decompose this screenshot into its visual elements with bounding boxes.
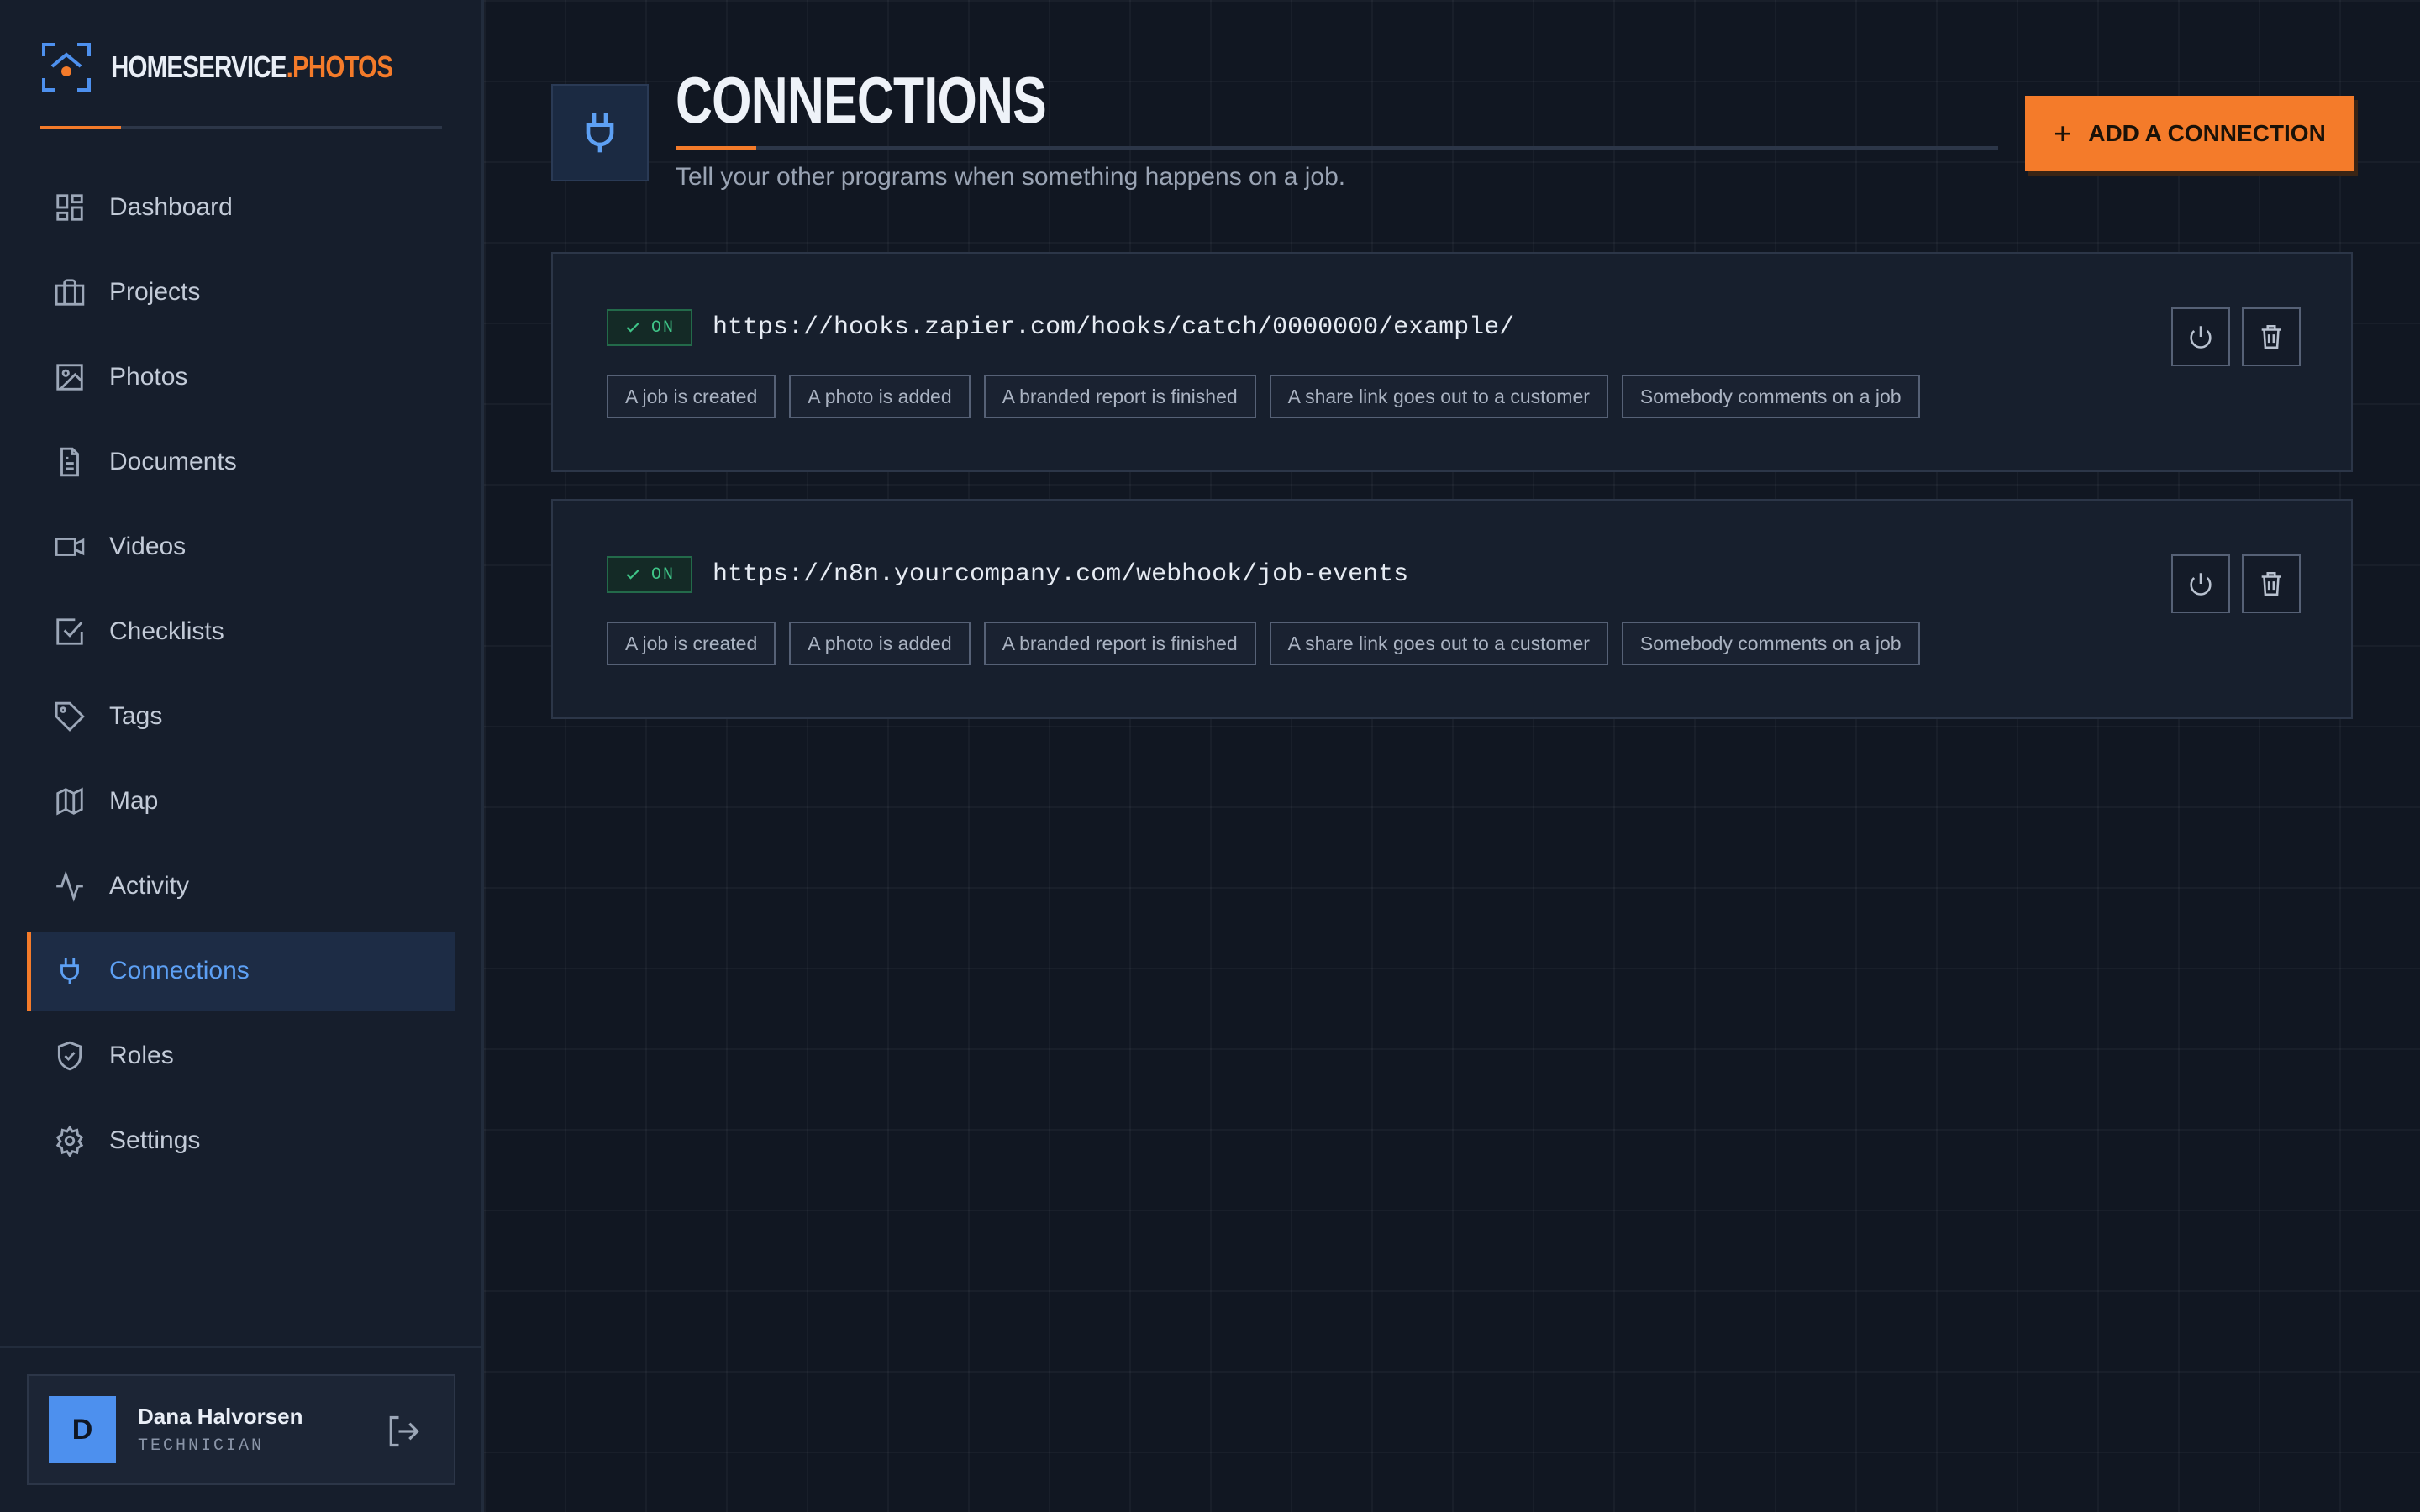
map-icon [56, 787, 83, 816]
trash-icon [2261, 571, 2281, 596]
avatar[interactable]: D [49, 1396, 116, 1463]
camera-frame-icon [42, 43, 91, 92]
sidebar-item-checklists[interactable]: Checklists [27, 592, 455, 671]
page-subtitle: Tell your other programs when something … [676, 163, 1346, 191]
event-tag: A job is created [607, 622, 776, 665]
sidebar-item-label: Dashboard [109, 193, 233, 221]
sidebar-item-documents[interactable]: Documents [27, 423, 455, 501]
sidebar-item-settings[interactable]: Settings [27, 1101, 455, 1180]
document-icon [60, 447, 79, 477]
event-tags: A job is created A photo is added A bran… [607, 375, 1920, 418]
add-connection-button[interactable]: + ADD A CONNECTION [2025, 96, 2354, 171]
event-tags: A job is created A photo is added A bran… [607, 622, 1920, 665]
shield-check-icon [57, 1041, 82, 1071]
sidebar-item-activity[interactable]: Activity [27, 847, 455, 926]
event-tag: Somebody comments on a job [1621, 375, 1920, 418]
sidebar-item-label: Projects [109, 278, 201, 306]
brand-name-main: HOMESERVICE [111, 50, 287, 84]
sidebar-item-map[interactable]: Map [27, 762, 455, 841]
add-connection-label: ADD A CONNECTION [2088, 120, 2326, 146]
connection-card: ON https://n8n.yourcompany.com/webhook/j… [551, 499, 2353, 719]
toggle-power-button[interactable] [2171, 307, 2230, 366]
plus-icon: + [2054, 116, 2072, 150]
checkbox-icon [56, 618, 83, 645]
connection-card: ON https://hooks.zapier.com/hooks/catch/… [551, 252, 2353, 472]
sidebar-item-label: Map [109, 787, 159, 815]
sidebar-item-label: Videos [109, 533, 187, 560]
brand-name-accent: .PHOTOS [286, 50, 393, 84]
briefcase-icon [55, 279, 85, 306]
power-icon [2190, 326, 2212, 349]
event-tag: A photo is added [789, 622, 971, 665]
app-root: HOMESERVICE.PHOTOS Dashboard Projects Ph… [0, 0, 2420, 1512]
sidebar-divider [0, 1346, 481, 1348]
dashboard-icon [56, 194, 83, 221]
activity-icon [56, 870, 83, 902]
event-tag: A branded report is finished [983, 622, 1256, 665]
event-tag: A job is created [607, 375, 776, 418]
title-divider [676, 146, 1998, 150]
brand-divider [40, 126, 442, 129]
sidebar-item-videos[interactable]: Videos [27, 507, 455, 586]
sidebar-item-label: Roles [109, 1042, 174, 1069]
event-tag: Somebody comments on a job [1621, 622, 1920, 665]
sidebar-item-photos[interactable]: Photos [27, 338, 455, 417]
connection-url: https://hooks.zapier.com/hooks/catch/000… [713, 313, 1515, 342]
sidebar-item-label: Connections [109, 957, 250, 984]
sidebar-item-label: Photos [109, 363, 188, 391]
power-icon [2190, 573, 2212, 596]
sidebar-item-dashboard[interactable]: Dashboard [27, 168, 455, 247]
status-label: ON [650, 318, 675, 338]
toggle-power-button[interactable] [2171, 554, 2230, 613]
brand-name: HOMESERVICE.PHOTOS [111, 50, 393, 85]
gear-icon [55, 1125, 84, 1157]
delete-button[interactable] [2242, 554, 2301, 613]
sidebar-item-roles[interactable]: Roles [27, 1016, 455, 1095]
sidebar-nav: Dashboard Projects Photos Documents Vide… [27, 168, 455, 1186]
event-tag: A branded report is finished [983, 375, 1256, 418]
user-card: D Dana Halvorsen TECHNICIAN [27, 1374, 455, 1485]
video-icon [55, 538, 85, 556]
user-info: Dana Halvorsen TECHNICIAN [138, 1404, 303, 1456]
tag-icon [55, 701, 85, 732]
sidebar-item-tags[interactable]: Tags [27, 677, 455, 756]
page-icon [551, 84, 649, 181]
check-icon [626, 323, 639, 333]
status-label: ON [650, 564, 675, 585]
delete-button[interactable] [2242, 307, 2301, 366]
brand-logo[interactable]: HOMESERVICE.PHOTOS [40, 40, 455, 94]
plug-icon [60, 958, 79, 984]
event-tag: A share link goes out to a customer [1269, 622, 1608, 665]
plug-icon [586, 113, 614, 153]
status-badge: ON [607, 556, 692, 593]
sidebar-item-label: Checklists [109, 617, 224, 645]
event-tag: A photo is added [789, 375, 971, 418]
user-name: Dana Halvorsen [138, 1404, 303, 1429]
page-title: CONNECTIONS [676, 63, 1047, 137]
sidebar-item-projects[interactable]: Projects [27, 253, 455, 332]
sidebar-item-label: Tags [109, 702, 163, 730]
main-content: CONNECTIONS Tell your other programs whe… [484, 0, 2420, 1512]
logout-icon[interactable] [385, 1413, 422, 1450]
status-badge: ON [607, 309, 692, 346]
sidebar: HOMESERVICE.PHOTOS Dashboard Projects Ph… [0, 0, 484, 1512]
sidebar-item-label: Activity [109, 872, 190, 900]
user-role: TECHNICIAN [138, 1436, 265, 1456]
sidebar-item-label: Documents [109, 448, 237, 475]
connection-url: https://n8n.yourcompany.com/webhook/job-… [713, 560, 1409, 589]
event-tag: A share link goes out to a customer [1269, 375, 1608, 418]
trash-icon [2261, 324, 2281, 349]
sidebar-item-label: Settings [109, 1126, 201, 1154]
image-icon [56, 364, 83, 391]
sidebar-item-connections[interactable]: Connections [27, 932, 455, 1011]
check-icon [626, 570, 639, 580]
